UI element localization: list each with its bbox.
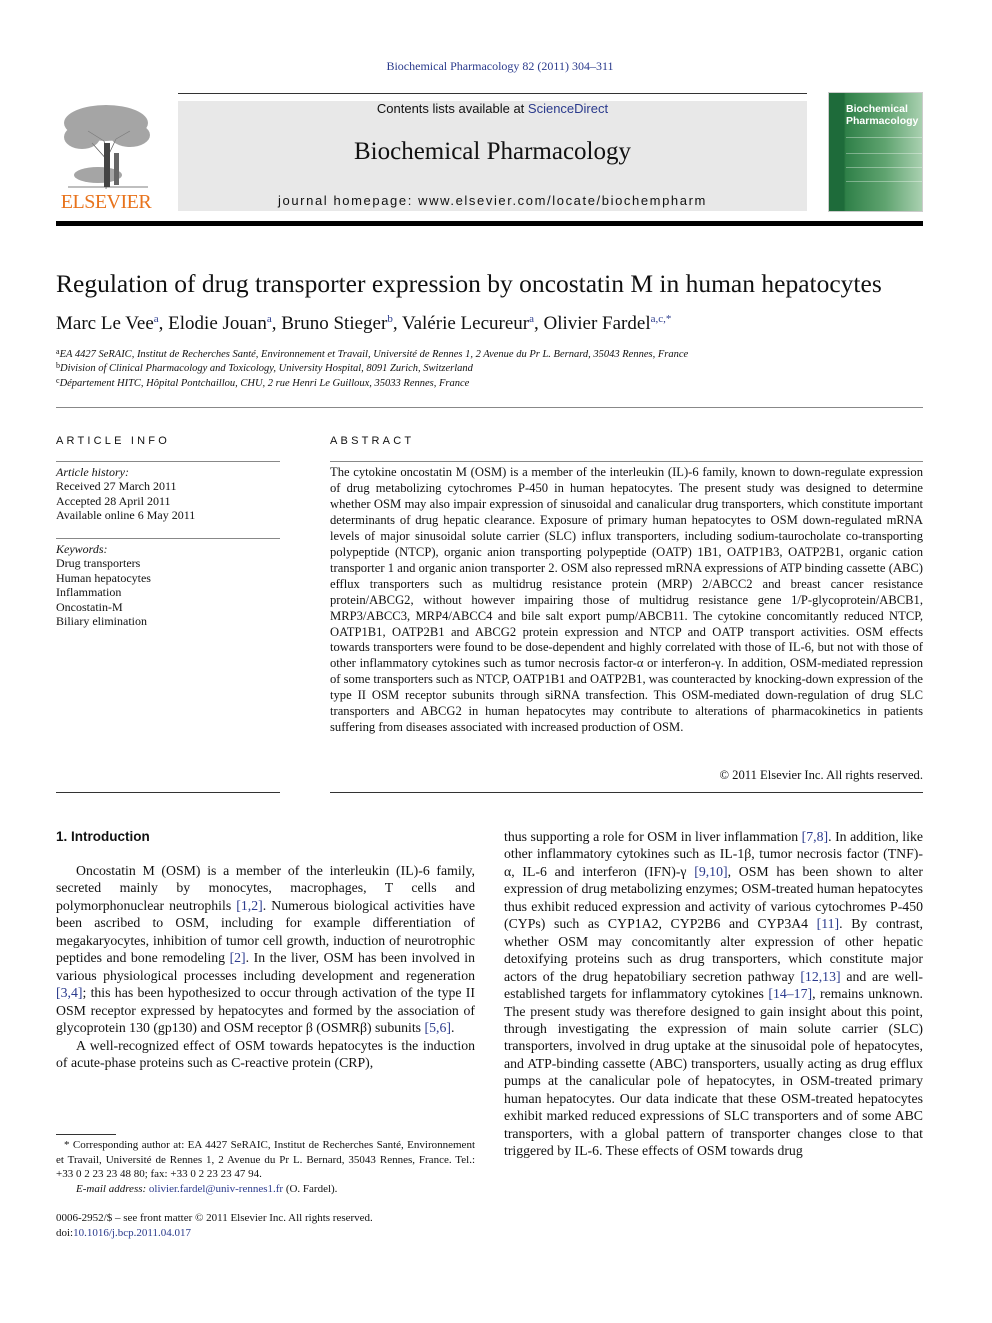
body-paragraph: thus supporting a role for OSM in liver … <box>504 829 924 1159</box>
cover-divider <box>846 181 922 182</box>
body-paragraph: A well-recognized effect of OSM towards … <box>56 1037 475 1070</box>
keywords-list: Keywords: Drug transporters Human hepato… <box>56 542 151 628</box>
article-title: Regulation of drug transporter expressio… <box>56 269 882 298</box>
footnote-rule <box>56 1134 116 1135</box>
citation-link[interactable]: [5,6] <box>425 1020 451 1035</box>
history-label: Article history: <box>56 465 129 479</box>
author-affiliation-link[interactable]: a,c,* <box>651 313 672 325</box>
contents-prefix: Contents lists available at <box>376 101 528 116</box>
email-suffix: (O. Fardel). <box>283 1182 338 1195</box>
citation-link[interactable]: [14–17] <box>768 986 812 1001</box>
affiliation-text: Département HITC, Hôpital Pontchaillou, … <box>59 378 470 389</box>
cover-title-line-2: Pharmacology <box>846 115 919 127</box>
abstract-text: The cytokine oncostatin M (OSM) is a mem… <box>330 465 923 735</box>
journal-title: Biochemical Pharmacology <box>353 138 631 165</box>
sciencedirect-link[interactable]: ScienceDirect <box>528 101 608 116</box>
corresponding-author-footnote: * Corresponding author at: EA 4427 SeRAI… <box>56 1138 475 1196</box>
author-name: Bruno Stieger <box>281 313 388 334</box>
body-paragraph: Oncostatin M (OSM) is a member of the in… <box>56 863 476 1036</box>
citation-link[interactable]: [11] <box>817 916 839 931</box>
author-name: Olivier Fardel <box>543 313 651 334</box>
citation-link[interactable]: [1,2] <box>236 898 262 913</box>
doi-label: doi: <box>56 1227 74 1239</box>
citation-link[interactable]: [3,4] <box>56 985 82 1000</box>
affiliation-text: Division of Clinical Pharmacology and To… <box>60 363 473 374</box>
affiliation-text: EA 4427 SeRAIC, Institut de Recherches S… <box>59 349 689 360</box>
abstract-copyright: © 2011 Elsevier Inc. All rights reserved… <box>719 768 923 782</box>
title-block-divider <box>56 407 923 408</box>
header-top-rule <box>178 93 807 94</box>
keyword: Biliary elimination <box>56 614 147 629</box>
issn-line: 0006-2952/$ – see front matter © 2011 El… <box>56 1212 373 1224</box>
front-matter: 0006-2952/$ – see front matter © 2011 El… <box>56 1211 373 1241</box>
affiliation-a: aEA 4427 SeRAIC, Institut de Recherches … <box>56 347 688 360</box>
keywords-divider <box>56 538 280 539</box>
article-info-divider <box>56 461 280 462</box>
author-list: Marc Le Veea, Elodie Jouana, Bruno Stieg… <box>56 313 672 334</box>
citation-link[interactable]: [12,13] <box>800 969 840 984</box>
body-right-column: thus supporting a role for OSM in liver … <box>504 828 923 1160</box>
citation-link[interactable]: [9,10] <box>694 864 727 879</box>
elsevier-logo[interactable]: ELSEVIER <box>56 101 156 213</box>
contents-available-line: Contents lists available at ScienceDirec… <box>178 101 807 116</box>
citation-link[interactable]: [7,8] <box>802 829 828 844</box>
author-name: Elodie Jouan <box>168 313 267 334</box>
history-accepted: Accepted 28 April 2011 <box>56 493 171 508</box>
email-line: E-mail address: olivier.fardel@univ-renn… <box>56 1182 475 1197</box>
author-affiliation-link[interactable]: a <box>267 313 272 325</box>
body-left-column: Oncostatin M (OSM) is a member of the in… <box>56 862 475 1071</box>
citation-link[interactable]: [2] <box>230 950 246 965</box>
keyword: Oncostatin-M <box>56 599 123 614</box>
keyword: Drug transporters <box>56 556 141 571</box>
author-name: Valérie Lecureur <box>401 313 530 334</box>
cover-title: Biochemical Pharmacology <box>846 103 918 127</box>
keyword: Human hepatocytes <box>56 570 151 585</box>
author-name: Marc Le Vee <box>56 313 154 334</box>
history-online: Available online 6 May 2011 <box>56 508 196 523</box>
elsevier-tree-icon <box>64 105 150 190</box>
corresponding-author-text: * Corresponding author at: EA 4427 SeRAI… <box>56 1139 475 1181</box>
cover-title-line-1: Biochemical <box>846 103 908 115</box>
abstract-divider <box>330 461 923 462</box>
email-label: E-mail address: <box>76 1182 147 1195</box>
article-history: Article history: Received 27 March 2011 … <box>56 465 195 523</box>
journal-homepage-link[interactable]: journal homepage: www.elsevier.com/locat… <box>178 193 807 208</box>
cover-divider <box>846 153 922 154</box>
affiliation-b: bDivision of Clinical Pharmacology and T… <box>56 361 473 374</box>
affiliation-c: cDépartement HITC, Hôpital Pontchaillou,… <box>56 376 469 389</box>
keywords-label: Keywords: <box>56 542 108 556</box>
doi-link[interactable]: 10.1016/j.bcp.2011.04.017 <box>73 1227 191 1239</box>
author-affiliation-link[interactable]: a <box>154 313 159 325</box>
article-info-bottom-rule <box>56 792 280 793</box>
journal-reference-link[interactable]: Biochemical Pharmacology 82 (2011) 304–3… <box>0 59 992 74</box>
author-email-link[interactable]: olivier.fardel@univ-rennes1.fr <box>149 1183 283 1195</box>
article-info-heading: ARTICLE INFO <box>56 435 170 447</box>
doi-line: doi:10.1016/j.bcp.2011.04.017 <box>56 1226 373 1241</box>
cover-divider <box>846 137 922 138</box>
journal-cover-thumbnail[interactable]: Biochemical Pharmacology <box>828 92 923 212</box>
keyword: Inflammation <box>56 585 122 600</box>
elsevier-wordmark: ELSEVIER <box>60 191 152 213</box>
author-affiliation-link[interactable]: a <box>529 313 534 325</box>
abstract-bottom-rule <box>330 792 923 793</box>
history-received: Received 27 March 2011 <box>56 479 177 494</box>
section-heading-introduction: 1. Introduction <box>56 829 150 844</box>
author-affiliation-link[interactable]: b <box>387 313 393 325</box>
cover-divider <box>846 167 922 168</box>
abstract-heading: ABSTRACT <box>330 435 415 447</box>
header-bottom-rule <box>56 221 923 226</box>
